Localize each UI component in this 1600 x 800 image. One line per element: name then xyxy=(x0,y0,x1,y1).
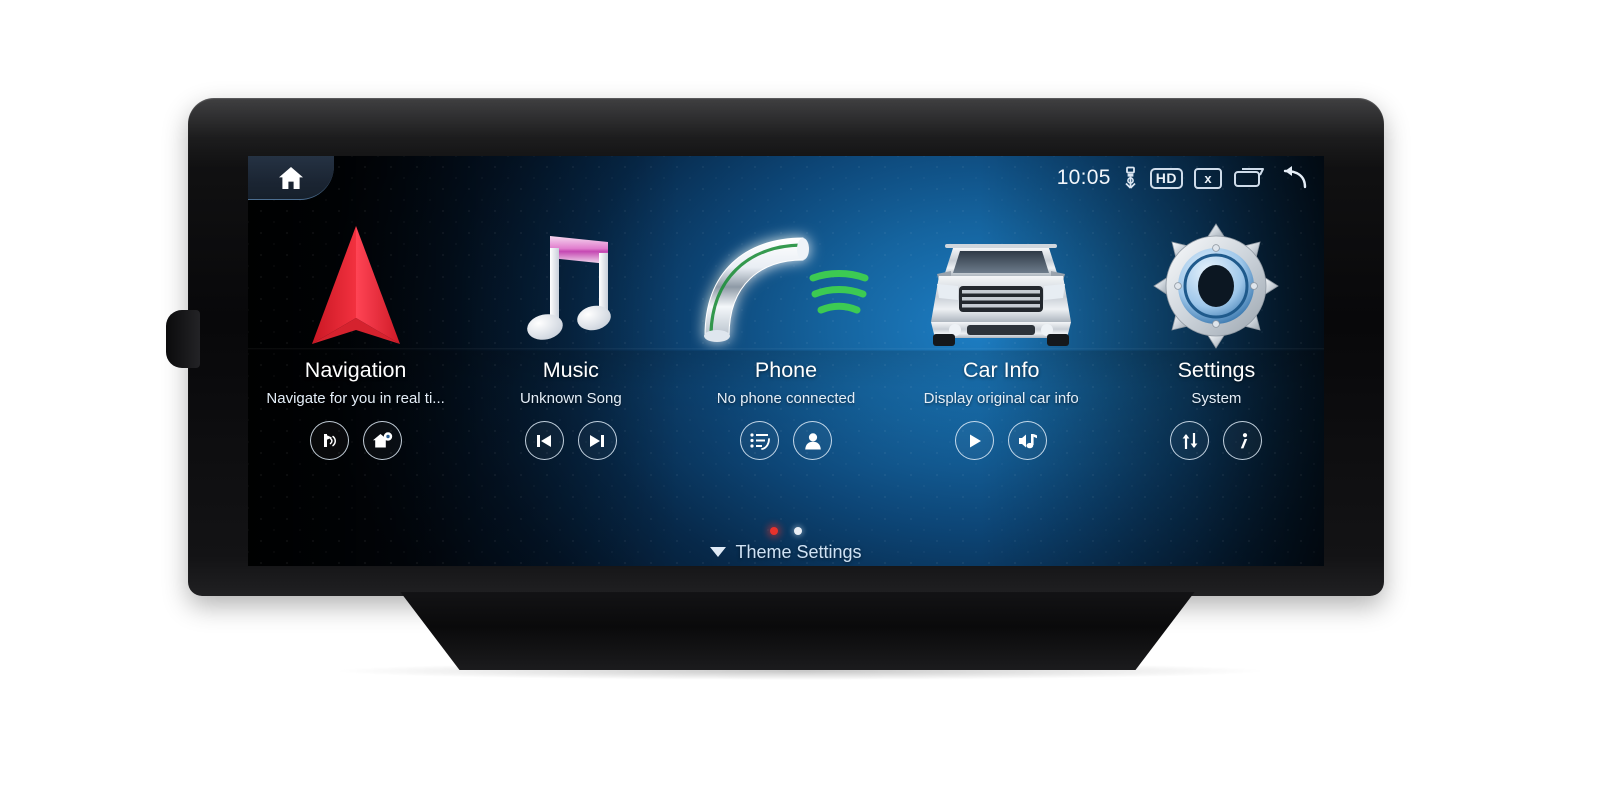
app-tile-phone[interactable]: Phone No phone connected xyxy=(678,202,893,512)
usb-icon[interactable] xyxy=(1122,166,1139,190)
navigation-voice-icon xyxy=(324,433,337,447)
display-screen: 10:05 HD x Navigation Navigate for you i… xyxy=(248,156,1324,566)
red-navigation-arrow-icon xyxy=(311,226,400,344)
phone-controls xyxy=(740,421,832,460)
app-subtitle: No phone connected xyxy=(716,390,856,407)
device-stand xyxy=(400,592,1195,670)
skip-next-icon xyxy=(590,434,605,447)
next-track-button[interactable] xyxy=(577,421,617,460)
info-italic-icon xyxy=(1240,432,1248,448)
contacts-button[interactable] xyxy=(793,421,832,460)
silver-gear-icon xyxy=(1153,223,1280,349)
settings-art xyxy=(1109,202,1324,350)
app-tile-music[interactable]: Music Unknown Song xyxy=(463,202,678,512)
mute-close-icon[interactable]: x xyxy=(1194,167,1222,189)
page-dot-inactive[interactable] xyxy=(794,527,802,535)
go-home-button[interactable] xyxy=(362,421,402,460)
settings-controls xyxy=(1170,421,1263,460)
app-title: Navigation xyxy=(304,358,407,382)
home-button[interactable] xyxy=(248,156,334,200)
person-icon xyxy=(804,432,821,449)
clock: 10:05 xyxy=(1056,166,1111,189)
status-bar: 10:05 HD x xyxy=(248,156,1324,200)
app-subtitle: Display original car info xyxy=(923,390,1079,407)
hd-badge: HD xyxy=(1149,167,1183,189)
app-title: Phone xyxy=(754,358,818,382)
call-log-button[interactable] xyxy=(740,421,779,460)
play-icon xyxy=(969,434,981,447)
back-arrow-icon[interactable] xyxy=(1276,165,1308,191)
music-art xyxy=(463,202,678,350)
app-title: Music xyxy=(542,358,599,382)
home-on-map-icon xyxy=(372,431,392,447)
voice-guidance-button[interactable] xyxy=(309,421,349,460)
app-subtitle: Unknown Song xyxy=(519,390,622,407)
theme-settings-button[interactable]: Theme Settings xyxy=(248,538,1324,566)
about-info-button[interactable] xyxy=(1223,421,1263,460)
music-controls xyxy=(524,421,617,460)
phone-art xyxy=(678,202,893,350)
navigation-art xyxy=(248,202,463,350)
left-side-knob[interactable] xyxy=(166,310,200,368)
status-icons-group: 10:05 HD x xyxy=(1057,156,1308,200)
recents-windows-icon[interactable] xyxy=(1233,166,1265,190)
chrome-handset-icon xyxy=(704,237,869,342)
app-subtitle: System xyxy=(1191,390,1242,407)
app-launcher-row: Navigation Navigate for you in real ti..… xyxy=(248,202,1324,512)
music-note-speaker-icon xyxy=(1018,433,1037,448)
app-subtitle: Navigate for you in real ti... xyxy=(266,390,445,407)
page-dot-active[interactable] xyxy=(770,527,778,535)
data-transfer-button[interactable] xyxy=(1170,421,1210,460)
theme-settings-label: Theme Settings xyxy=(735,541,862,562)
app-tile-car-info[interactable]: Car Info Display original car info xyxy=(894,202,1109,512)
skip-previous-icon xyxy=(537,434,552,447)
silver-suv-front-icon xyxy=(931,244,1072,346)
app-title: Car Info xyxy=(962,358,1040,382)
head-unit-device: 10:05 HD x Navigation Navigate for you i… xyxy=(166,98,1384,596)
screenshot-root: 10:05 HD x Navigation Navigate for you i… xyxy=(0,0,1600,800)
page-indicator xyxy=(248,524,1324,538)
pink-music-note-icon xyxy=(526,236,611,340)
app-tile-settings[interactable]: Settings System xyxy=(1109,202,1324,512)
dial-list-icon xyxy=(749,432,770,450)
chevron-down-icon xyxy=(710,547,727,557)
car-info-art xyxy=(894,202,1109,350)
navigation-controls xyxy=(309,421,402,460)
up-down-arrows-icon xyxy=(1182,432,1198,449)
car-sound-button[interactable] xyxy=(1008,421,1048,460)
previous-track-button[interactable] xyxy=(524,421,564,460)
app-title: Settings xyxy=(1177,358,1256,382)
home-icon xyxy=(279,166,303,189)
car-info-controls xyxy=(955,421,1048,460)
app-tile-navigation[interactable]: Navigation Navigate for you in real ti..… xyxy=(248,202,463,512)
play-button[interactable] xyxy=(955,421,995,460)
